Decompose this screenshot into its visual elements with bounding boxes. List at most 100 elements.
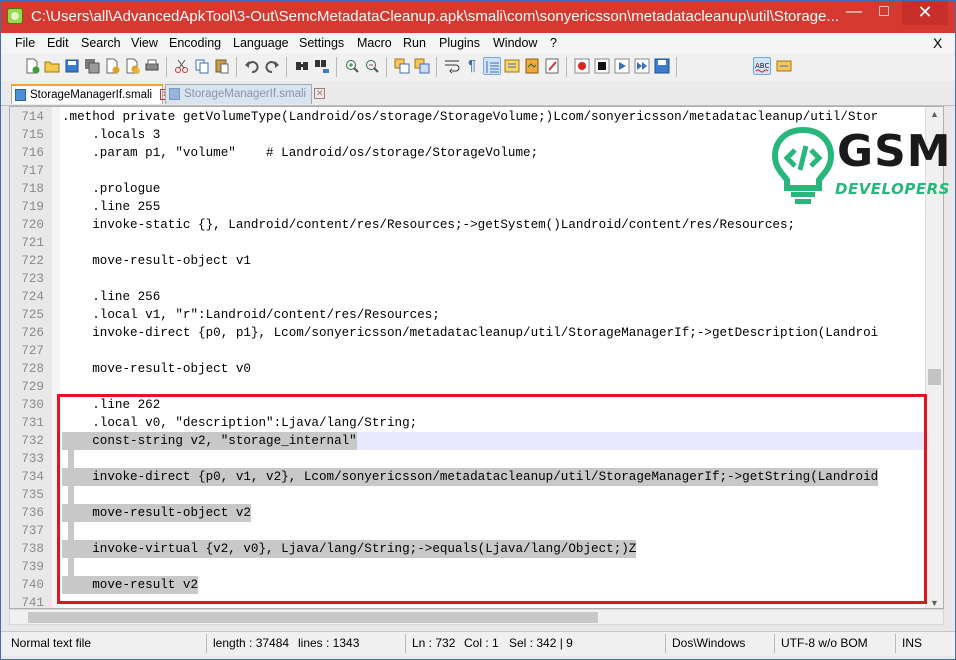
editor-line[interactable]: 739: [10, 558, 927, 576]
new-file-icon[interactable]: [23, 57, 41, 75]
line-number: 715: [21, 128, 44, 142]
editor-line[interactable]: 722 move-result-object v1: [10, 252, 927, 270]
menu-plugins[interactable]: Plugins: [439, 36, 480, 50]
editor-line[interactable]: 734 invoke-direct {p0, v1, v2}, Lcom/son…: [10, 468, 927, 486]
menu-close-doc-button[interactable]: X: [933, 35, 942, 51]
code-text: move-result-object v1: [62, 254, 251, 268]
zoom-in-icon[interactable]: [343, 57, 361, 75]
menu-language[interactable]: Language: [233, 36, 289, 50]
editor-line[interactable]: 725 .local v1, "r":Landroid/content/res/…: [10, 306, 927, 324]
status-lines: lines : 1343: [298, 636, 360, 650]
undo-icon[interactable]: [243, 57, 261, 75]
menu-encoding[interactable]: Encoding: [169, 36, 221, 50]
line-number: 735: [21, 488, 44, 502]
show-all-chars-icon[interactable]: ¶: [463, 57, 481, 75]
line-number: 714: [21, 110, 44, 124]
menu-settings[interactable]: Settings: [299, 36, 344, 50]
status-column: Col : 1: [464, 636, 499, 650]
editor-line[interactable]: 723: [10, 270, 927, 288]
run-macro-multiple-icon[interactable]: [633, 57, 651, 75]
menu-edit[interactable]: Edit: [47, 36, 69, 50]
paste-icon[interactable]: [213, 57, 231, 75]
editor-line[interactable]: 732 const-string v2, "storage_internal": [10, 432, 927, 450]
editor-line[interactable]: 740 move-result v2: [10, 576, 927, 594]
save-macro-icon[interactable]: [653, 57, 671, 75]
editor-line[interactable]: 738 invoke-virtual {v2, v0}, Ljava/lang/…: [10, 540, 927, 558]
logo-brand-text: GSM: [837, 126, 952, 177]
editor-line[interactable]: 726 invoke-direct {p0, p1}, Lcom/sonyeri…: [10, 324, 927, 342]
horizontal-scroll-thumb[interactable]: [28, 612, 598, 623]
spell-check-icon[interactable]: ABC: [753, 57, 771, 75]
editor-line[interactable]: 714 .method private getVolumeType(Landroi…: [10, 108, 927, 126]
editor-line[interactable]: 727: [10, 342, 927, 360]
indent-guide-icon[interactable]: [483, 57, 501, 75]
editor-line[interactable]: 736 move-result-object v2: [10, 504, 927, 522]
menu-file[interactable]: File: [15, 36, 35, 50]
tab-close-icon[interactable]: ✕: [314, 88, 326, 100]
function-list-icon[interactable]: [503, 57, 521, 75]
tab-storagemanagerif-inactive[interactable]: StorageManagerIf.smali ✕: [165, 84, 326, 104]
line-number: 733: [21, 452, 44, 466]
zoom-out-icon[interactable]: [363, 57, 381, 75]
editor-line[interactable]: 731 .local v0, "description":Ljava/lang/…: [10, 414, 927, 432]
code-text: [68, 522, 74, 540]
close-icon[interactable]: [103, 57, 121, 75]
editor-line[interactable]: 720 invoke-static {}, Landroid/content/r…: [10, 216, 927, 234]
print-icon[interactable]: [143, 57, 161, 75]
menu-search[interactable]: Search: [81, 36, 121, 50]
editor-line[interactable]: 730 .line 262: [10, 396, 927, 414]
vertical-scroll-thumb[interactable]: [928, 369, 941, 385]
menu-window[interactable]: Window: [493, 36, 537, 50]
scroll-down-icon[interactable]: ▼: [926, 598, 943, 608]
stop-macro-icon[interactable]: [593, 57, 611, 75]
folder-workspace-icon[interactable]: [543, 57, 561, 75]
scroll-up-icon[interactable]: ▲: [926, 109, 943, 119]
tab-label: StorageManagerIf.smali: [184, 88, 307, 100]
auto-complete-icon[interactable]: [775, 57, 793, 75]
copy-icon[interactable]: [193, 57, 211, 75]
editor-line[interactable]: 733: [10, 450, 927, 468]
sync-horizontal-icon[interactable]: [413, 57, 431, 75]
editor-line[interactable]: 729: [10, 378, 927, 396]
close-all-icon[interactable]: [123, 57, 141, 75]
code-text: .local v0, "description":Ljava/lang/Stri…: [62, 416, 418, 430]
tab-bar: StorageManagerIf.smali ✕ StorageManagerI…: [1, 81, 955, 106]
code-text: invoke-direct {p0, p1}, Lcom/sonyericsso…: [62, 326, 879, 340]
editor-line[interactable]: 728 move-result-object v0: [10, 360, 927, 378]
editor-line[interactable]: 735: [10, 486, 927, 504]
menu-help[interactable]: ?: [550, 36, 557, 50]
file-icon: [169, 88, 180, 100]
doc-map-icon[interactable]: [523, 57, 541, 75]
horizontal-scrollbar[interactable]: [9, 609, 944, 625]
editor-line[interactable]: 741: [10, 594, 927, 608]
open-file-icon[interactable]: [43, 57, 61, 75]
save-all-icon[interactable]: [83, 57, 101, 75]
menu-view[interactable]: View: [131, 36, 158, 50]
editor-line[interactable]: 721: [10, 234, 927, 252]
find-icon[interactable]: [293, 57, 311, 75]
editor-line[interactable]: 737: [10, 522, 927, 540]
line-number: 736: [21, 506, 44, 520]
tab-storagemanagerif-active[interactable]: StorageManagerIf.smali ✕: [11, 84, 172, 104]
sync-vertical-icon[interactable]: [393, 57, 411, 75]
minimize-button[interactable]: —: [839, 1, 869, 25]
redo-icon[interactable]: [263, 57, 281, 75]
close-window-button[interactable]: ✕: [902, 1, 948, 25]
menu-macro[interactable]: Macro: [357, 36, 392, 50]
menu-run[interactable]: Run: [403, 36, 426, 50]
save-icon[interactable]: [63, 57, 81, 75]
line-number: 719: [21, 200, 44, 214]
maximize-button[interactable]: □: [869, 1, 899, 25]
line-number: 729: [21, 380, 44, 394]
editor-line[interactable]: 724 .line 256: [10, 288, 927, 306]
word-wrap-icon[interactable]: [443, 57, 461, 75]
play-macro-icon[interactable]: [613, 57, 631, 75]
record-macro-icon[interactable]: [573, 57, 591, 75]
title-bar: C:\Users\all\AdvancedApkTool\3-Out\SemcM…: [1, 1, 955, 33]
cut-icon[interactable]: [173, 57, 191, 75]
line-number: 728: [21, 362, 44, 376]
code-text: .line 256: [62, 290, 161, 304]
gsm-developers-logo: GSM DEVELOPERS: [771, 126, 951, 206]
line-number: 716: [21, 146, 44, 160]
replace-icon[interactable]: [313, 57, 331, 75]
